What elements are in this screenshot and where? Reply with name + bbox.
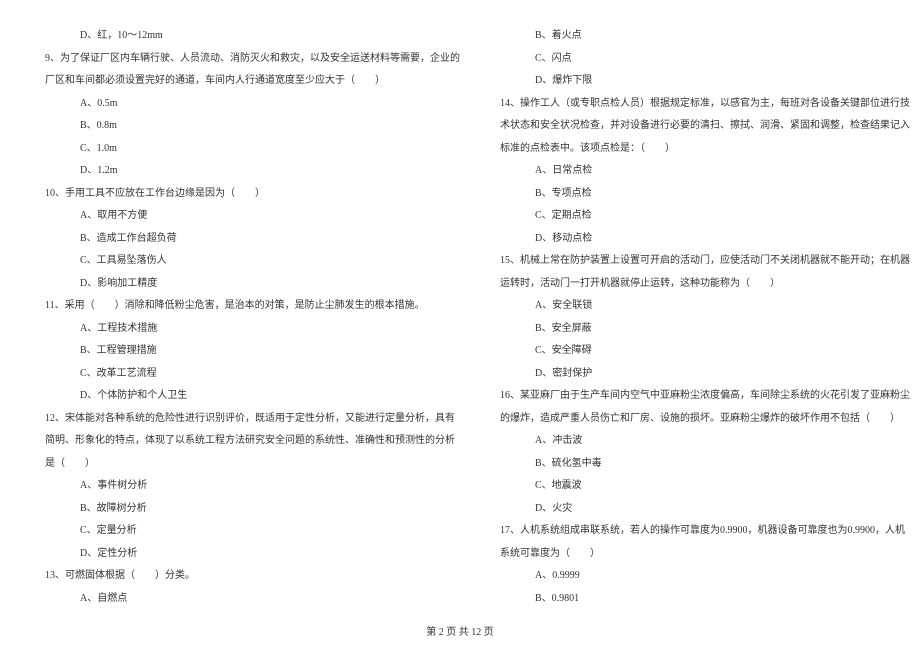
text-line: A、事件树分析 <box>45 475 460 498</box>
text-line: D、移动点检 <box>500 228 910 251</box>
text-line: A、冲击波 <box>500 430 910 453</box>
text-line: D、1.2m <box>45 160 460 183</box>
text-line: C、工具易坠落伤人 <box>45 250 460 273</box>
text-line: B、造成工作台超负荷 <box>45 228 460 251</box>
text-line: D、红，10～12mm <box>45 25 460 48</box>
text-line: 标准的点检表中。该项点检是：（ ） <box>500 138 910 161</box>
text-line: C、安全障碍 <box>500 340 910 363</box>
text-line: B、工程管理措施 <box>45 340 460 363</box>
text-line: B、故障树分析 <box>45 498 460 521</box>
text-line: 17、人机系统组成串联系统，若人的操作可靠度为0.9900，机器设备可靠度也为0… <box>500 520 910 543</box>
text-line: 14、操作工人（或专职点检人员）根据规定标准，以感官为主，每班对各设备关键部位进… <box>500 93 910 116</box>
text-line: A、0.9999 <box>500 565 910 588</box>
text-line: 13、可燃固体根据（ ）分类。 <box>45 565 460 588</box>
text-line: 15、机械上常在防护装置上设置可开启的活动门，应使活动门不关闭机器就不能开动；在… <box>500 250 910 273</box>
text-line: 简明、形象化的特点，体现了以系统工程方法研究安全问题的系统性、准确性和预测性的分… <box>45 430 460 453</box>
document-content: D、红，10～12mm9、为了保证厂区内车辆行驶、人员流动、消防灭火和救灾，以及… <box>45 25 875 605</box>
text-line: 运转时，活动门一打开机器就停止运转，这种功能称为（ ） <box>500 273 910 296</box>
text-line: B、硫化氢中毒 <box>500 453 910 476</box>
text-line: 术状态和安全状况检查，并对设备进行必要的清扫、擦拭、润滑、紧固和调整，检查结果记… <box>500 115 910 138</box>
text-line: A、0.5m <box>45 93 460 116</box>
text-line: A、取用不方便 <box>45 205 460 228</box>
text-line: 9、为了保证厂区内车辆行驶、人员流动、消防灭火和救灾，以及安全运送材料等需要，企… <box>45 48 460 71</box>
text-line: B、专项点检 <box>500 183 910 206</box>
text-line: C、1.0m <box>45 138 460 161</box>
text-line: C、地震波 <box>500 475 910 498</box>
text-line: D、密封保护 <box>500 363 910 386</box>
text-line: D、个体防护和个人卫生 <box>45 385 460 408</box>
text-line: D、火灾 <box>500 498 910 521</box>
text-line: B、0.8m <box>45 115 460 138</box>
text-line: 的爆炸，造成严重人员伤亡和厂房、设施的损坏。亚麻粉尘爆炸的破坏作用不包括（ ） <box>500 408 910 431</box>
text-line: 16、某亚麻厂由于生产车间内空气中亚麻粉尘浓度偏高，车间除尘系统的火花引发了亚麻… <box>500 385 910 408</box>
text-line: 11、采用（ ）消除和降低粉尘危害，是治本的对策，是防止尘肺发生的根本措施。 <box>45 295 460 318</box>
text-line: D、爆炸下限 <box>500 70 910 93</box>
text-line: 是（ ） <box>45 453 460 476</box>
text-line: B、安全屏蔽 <box>500 318 910 341</box>
text-line: 10、手用工具不应放在工作台边缘是因为（ ） <box>45 183 460 206</box>
text-line: A、自燃点 <box>45 588 460 611</box>
page-footer: 第 2 页 共 12 页 <box>0 623 920 638</box>
text-line: C、定量分析 <box>45 520 460 543</box>
text-line: C、改革工艺流程 <box>45 363 460 386</box>
text-line: B、着火点 <box>500 25 910 48</box>
left-column: D、红，10～12mm9、为了保证厂区内车辆行驶、人员流动、消防灭火和救灾，以及… <box>45 25 460 605</box>
text-line: C、闪点 <box>500 48 910 71</box>
text-line: B、0.9801 <box>500 588 910 611</box>
text-line: C、定期点检 <box>500 205 910 228</box>
text-line: 12、宋体能对各种系统的危险性进行识别评价，既适用于定性分析，又能进行定量分析，… <box>45 408 460 431</box>
text-line: A、工程技术措施 <box>45 318 460 341</box>
text-line: 系统可靠度为（ ） <box>500 543 910 566</box>
text-line: D、影响加工精度 <box>45 273 460 296</box>
text-line: 厂区和车间都必须设置完好的通道，车间内人行通道宽度至少应大于（ ） <box>45 70 460 93</box>
right-column: B、着火点C、闪点D、爆炸下限14、操作工人（或专职点检人员）根据规定标准，以感… <box>500 25 910 605</box>
text-line: A、日常点检 <box>500 160 910 183</box>
text-line: A、安全联锁 <box>500 295 910 318</box>
text-line: D、定性分析 <box>45 543 460 566</box>
